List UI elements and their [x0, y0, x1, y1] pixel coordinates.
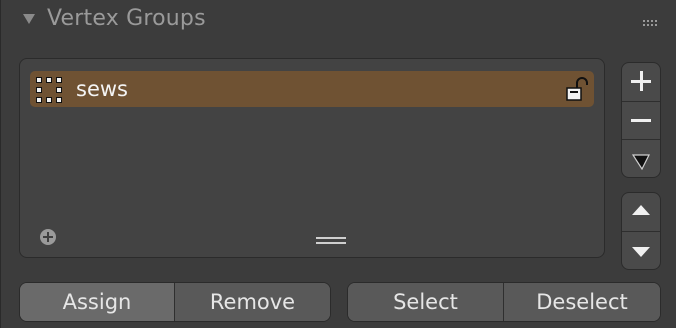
assign-remove-group: Assign Remove [19, 282, 331, 322]
drag-handle-icon[interactable] [643, 20, 657, 28]
move-up-button[interactable] [622, 193, 660, 231]
unlock-icon[interactable] [566, 77, 588, 103]
panel-title: Vertex Groups [47, 6, 206, 31]
remove-group-button[interactable] [622, 101, 660, 140]
add-group-button[interactable] [622, 63, 660, 101]
select-deselect-group: Select Deselect [347, 282, 661, 322]
collapse-arrow-icon[interactable] [23, 14, 35, 24]
vertex-group-list[interactable]: sews [19, 58, 605, 258]
panel-header[interactable]: Vertex Groups [1, 0, 676, 46]
chevron-down-icon [632, 247, 650, 257]
resize-grip-icon[interactable] [316, 235, 346, 247]
move-buttons [621, 192, 661, 270]
chevron-up-icon [632, 205, 650, 215]
vertex-groups-panel: Vertex Groups sews Assign Remove Select … [0, 0, 676, 328]
list-item[interactable]: sews [30, 71, 594, 107]
list-item-label[interactable]: sews [76, 77, 128, 101]
specials-menu-button[interactable] [622, 139, 660, 177]
select-button[interactable]: Select [348, 283, 503, 321]
minus-icon [631, 119, 651, 122]
list-side-buttons [621, 62, 661, 178]
dropdown-icon [631, 152, 650, 174]
deselect-button[interactable]: Deselect [504, 283, 660, 321]
remove-button[interactable]: Remove [175, 283, 330, 321]
list-filter-expand-icon[interactable] [40, 229, 56, 245]
assign-button[interactable]: Assign [20, 283, 174, 321]
move-down-button[interactable] [622, 231, 660, 269]
vertex-group-icon [36, 77, 62, 103]
